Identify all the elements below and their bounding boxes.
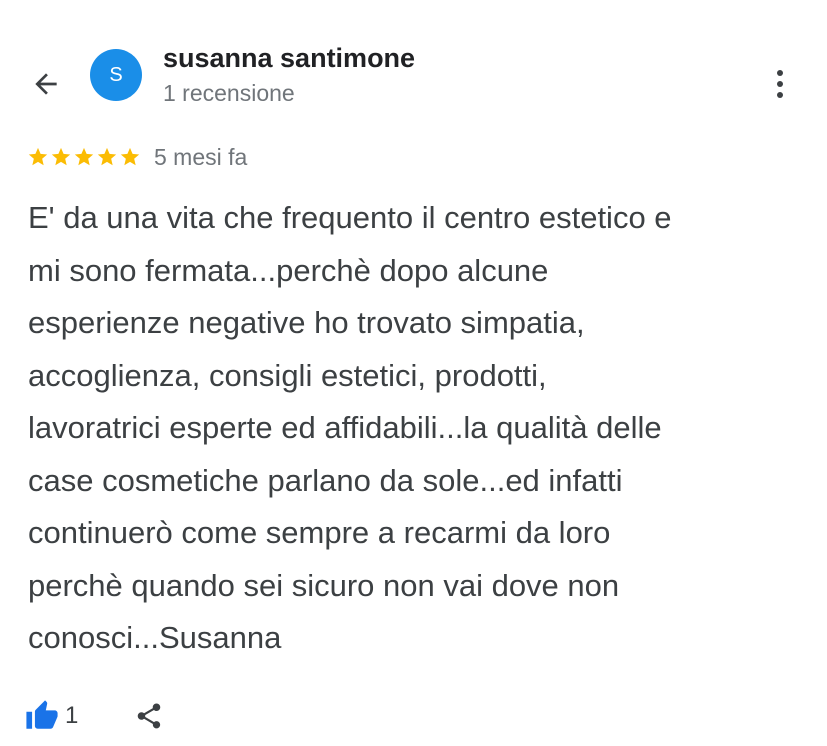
star-rating [27, 146, 141, 168]
review-text-line: accoglienza, consigli estetici, prodotti… [28, 357, 547, 393]
share-icon [138, 703, 161, 729]
author-review-count: 1 recensione [163, 80, 295, 106]
like-button[interactable]: 1 [25, 699, 78, 733]
review-text-line: case cosmetiche parlano da sole...ed inf… [28, 462, 623, 498]
review-date: 5 mesi fa [154, 143, 248, 170]
review-text-line: lavoratrici esperte ed affidabili...la q… [28, 410, 662, 445]
review-text-line: E' da una vita che frequento il centro e… [28, 200, 672, 235]
more-options-button[interactable] [762, 62, 798, 106]
review-text-line: perchè quando sei sicuro non vai dove no… [28, 567, 620, 603]
thumb-up-icon [26, 700, 58, 729]
review-text-line: continuerò come sempre a recarmi da loro [28, 515, 611, 550]
star-icon [120, 147, 140, 166]
share-button[interactable] [134, 701, 164, 731]
back-button[interactable] [26, 64, 66, 104]
star-icon [97, 147, 117, 166]
avatar[interactable]: S [90, 49, 142, 101]
arrow-left-icon [35, 73, 57, 95]
review-text-line: conosci...Susanna [28, 620, 282, 655]
star-icon [74, 147, 94, 166]
author-name[interactable]: susanna santimone [163, 43, 415, 74]
like-count: 1 [65, 702, 79, 729]
rating-row: 5 mesi fa [27, 142, 247, 172]
avatar-initial: S [109, 63, 123, 86]
review-text-line: esperienze negative ho trovato simpatia, [28, 305, 585, 340]
more-vert-icon [777, 70, 783, 76]
review-text-line: mi sono fermata...perchè dopo alcune [28, 252, 549, 288]
star-icon [28, 147, 48, 166]
review-actions: 1 [25, 697, 164, 735]
star-icon [51, 147, 71, 166]
review-text: E' da una vita che frequento il centro e… [28, 192, 808, 665]
